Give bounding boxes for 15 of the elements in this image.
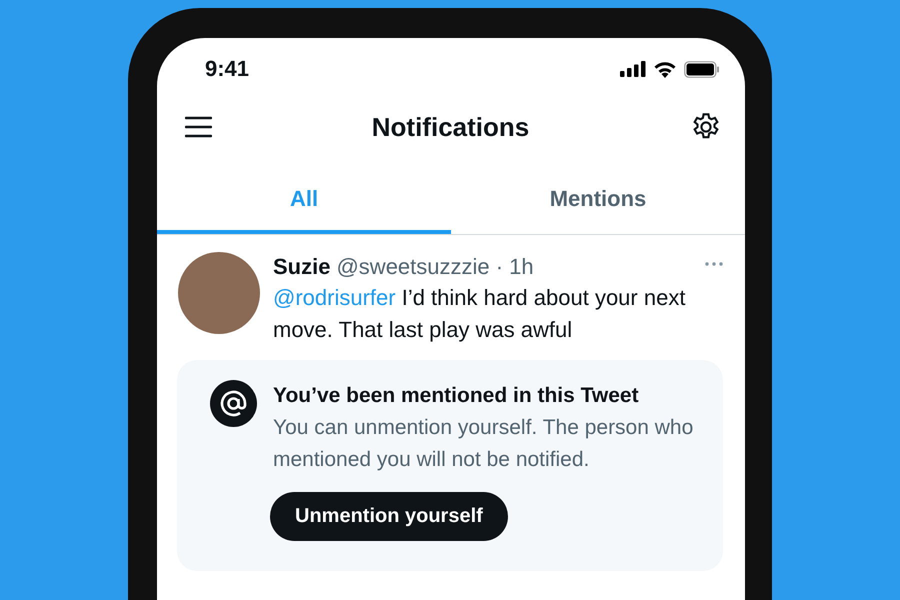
tab[interactable]: Mentions bbox=[451, 166, 745, 234]
signal-icon bbox=[620, 61, 646, 77]
unmention-button[interactable]: Unmention yourself bbox=[270, 492, 508, 541]
status-time: 9:41 bbox=[205, 56, 250, 82]
menu-icon[interactable] bbox=[185, 116, 212, 138]
author-name: Suzie bbox=[273, 254, 330, 279]
more-icon[interactable] bbox=[705, 262, 723, 266]
notice-text: You can unmention yourself. The person who mentioned you will not be notified. bbox=[273, 415, 694, 473]
author-handle-time: @sweetsuzzzie · 1h bbox=[336, 254, 534, 279]
battery-icon bbox=[684, 60, 720, 78]
tweet-text: @rodrisurfer I’d think hard about your next move. That last play was awful bbox=[273, 284, 686, 344]
notice-title: You’ve been mentioned in this Tweet bbox=[273, 383, 640, 409]
page-title: Notifications bbox=[372, 112, 530, 142]
at-sign-icon bbox=[210, 380, 257, 427]
wifi-icon bbox=[653, 60, 677, 78]
